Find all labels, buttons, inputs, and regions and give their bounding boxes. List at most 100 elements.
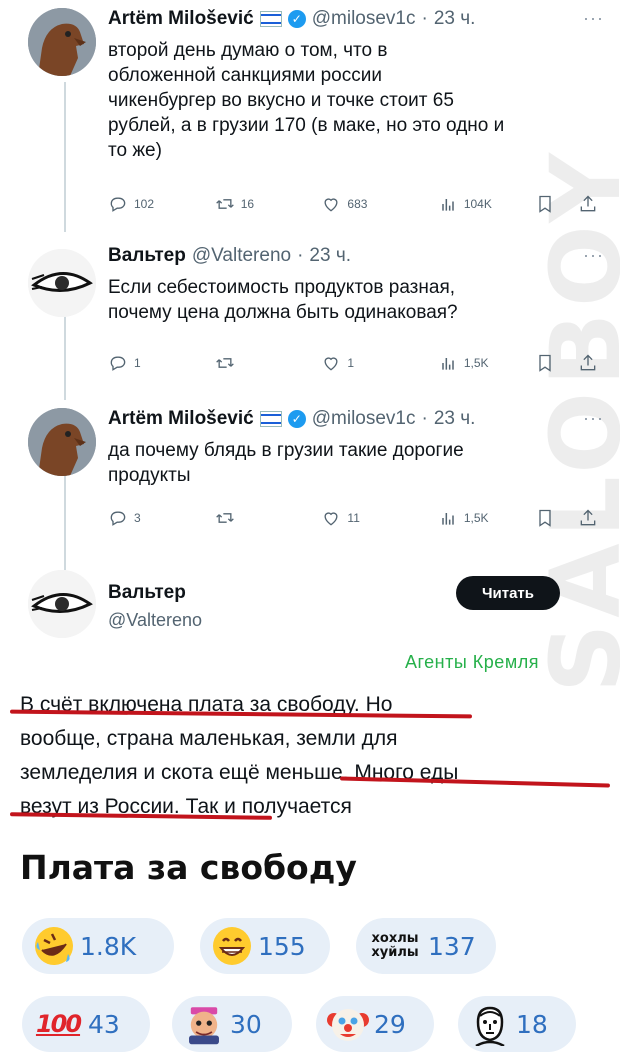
text-line: земледелия и скота ещё меньше. Много еды [20,761,459,784]
views-button[interactable]: 104K [438,194,535,214]
bookmark-button[interactable] [535,508,562,528]
like-count: 11 [347,511,360,525]
like-button[interactable]: 683 [321,194,437,214]
tweet-header: Artëm Milošević ✓ @milosev1c · 23 ч. [108,8,475,30]
like-count: 1 [347,356,355,370]
like-button[interactable]: 1 [321,353,437,373]
reply-button[interactable]: 3 [108,508,215,528]
text-line: В счёт включена плата за свободу. Но [20,693,393,716]
reaction-pill[interactable]: 29 [316,996,434,1052]
share-button[interactable] [578,194,598,214]
retweet-button[interactable] [215,508,322,528]
reply-button[interactable]: 1 [108,353,215,373]
text-line: рублей, а в грузии 170 (в маке, но это о… [108,115,505,136]
more-icon[interactable]: ··· [583,245,604,266]
share-icon [580,509,596,526]
text-line: Если себестоимость продуктов разная, [108,277,456,298]
tweet-thread-screenshot: SALOBOY Artëm Milošević ✓ @milosev1c · 2… [0,0,620,835]
share-button[interactable] [578,353,598,373]
reaction-pill[interactable]: 100 43 [22,996,150,1052]
reaction-count: 30 [230,1009,262,1039]
reply-count: 1 [134,356,141,370]
separator-dot: · [297,245,304,266]
views-count: 1,5K [463,511,489,525]
share-icon [580,354,596,371]
share-button[interactable] [578,508,598,528]
tweet-time[interactable]: 23 ч. [434,8,476,30]
flag-icon [259,11,282,27]
tweet-actions: 1 1 1,5K [108,353,598,373]
views-button[interactable]: 1,5K [438,508,535,528]
more-icon[interactable]: ··· [583,408,604,429]
reaction-count: 29 [374,1009,406,1039]
follow-button[interactable]: Читать [456,576,560,610]
bookmark-button[interactable] [535,353,562,373]
tweet-time[interactable]: 23 ч. [434,408,476,430]
reaction-pill[interactable]: 30 [172,996,292,1052]
avatar[interactable] [28,408,96,476]
author-handle[interactable]: @milosev1c [312,408,416,430]
main-tweet-text: В счёт включена плата за свободу. Но воо… [20,688,580,824]
hundred-icon: 100 [32,1002,84,1046]
avatar[interactable] [28,570,96,638]
text-line: то же) [108,140,162,161]
tweet-time[interactable]: 23 ч. [309,245,351,267]
reaction-count: 43 [88,1009,120,1039]
reply-icon [110,511,126,526]
tweet-text: Если себестоимость продуктов разная, поч… [108,275,588,325]
clown-icon [326,1002,370,1046]
annotation-label: Агенты Кремля [405,652,539,672]
views-icon [442,199,454,211]
views-count: 104K [463,197,492,211]
views-count: 1,5K [463,356,489,370]
author-name[interactable]: Artëm Milošević [108,8,254,30]
bookmark-button[interactable] [535,194,562,214]
portrait-icon [468,1002,512,1046]
views-icon [442,358,454,370]
avatar[interactable] [28,8,96,76]
tweet-header: Вальтер @Valtereno · 23 ч. [108,245,351,267]
reply-button[interactable]: 102 [108,194,215,214]
telegram-post: SALOBOY Artëm Milošević ✓ @milosev1c · 2… [0,0,620,1060]
author-name[interactable]: Вальтер [108,582,186,604]
reply-icon [110,197,126,212]
retweet-button[interactable] [215,353,322,373]
separator-dot: · [421,8,428,29]
author-name[interactable]: Artëm Milošević [108,408,254,430]
views-icon [442,513,454,525]
reply-count: 102 [134,197,155,211]
views-button[interactable]: 1,5K [438,353,535,373]
reaction-pill[interactable]: 1.8K [22,918,174,974]
reaction-count: 155 [258,931,306,961]
tweet-text: да почему блядь в грузии такие дорогие п… [108,438,588,488]
text-line: чикенбургер во вкусно и точке стоит 65 [108,90,454,111]
heart-icon [324,198,338,212]
heart-icon [324,512,338,526]
verified-icon: ✓ [287,10,306,28]
tweet-text: второй день думаю о том, что в обложенно… [108,38,588,163]
text-line: продукты [108,465,191,486]
reaction-pill[interactable]: 18 [458,996,576,1052]
retweet-button[interactable]: 16 [215,194,322,214]
text-line: везут из России. Так и получается [20,795,352,818]
emoji-text: 100 [35,1010,82,1038]
author-handle[interactable]: @Valtereno [192,245,291,267]
bookmark-icon [539,509,551,527]
verified-icon: ✓ [287,410,306,428]
author-name[interactable]: Вальтер [108,245,186,267]
reply-count: 3 [134,511,141,525]
more-icon[interactable]: ··· [583,8,604,29]
thread-line [64,82,66,232]
author-handle[interactable]: @Valtereno [108,610,202,631]
retweet-count: 16 [240,197,255,211]
reaction-pill[interactable]: 155 [200,918,330,974]
reaction-pill[interactable]: хохлы хуйлы 137 [356,918,496,974]
tweet-header: Artëm Milošević ✓ @milosev1c · 23 ч. [108,408,475,430]
flag-icon [259,411,282,427]
text-line: вообще, страна маленькая, земли для [20,727,398,750]
author-handle[interactable]: @milosev1c [312,8,416,30]
bookmark-icon [539,354,551,372]
avatar[interactable] [28,249,96,317]
text-line: почему цена должна быть одинаковая? [108,302,458,323]
like-button[interactable]: 11 [321,508,437,528]
